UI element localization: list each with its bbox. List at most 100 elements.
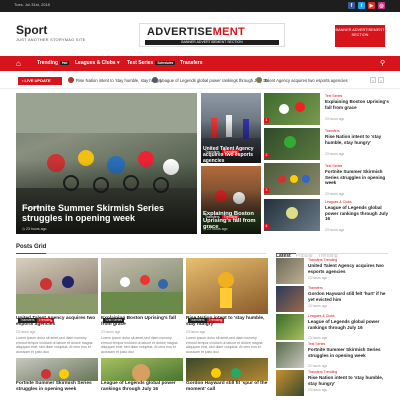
grid-card-image[interactable] — [101, 258, 183, 314]
list-thumb-2[interactable] — [264, 128, 320, 160]
list-meta: 23 hours ago — [325, 192, 345, 196]
list-meta: 23 hours ago — [325, 152, 345, 156]
list-photo — [286, 207, 298, 219]
grid-card-title[interactable]: United Talent Agency acquires two esport… — [16, 316, 98, 328]
ticker-item[interactable]: Talent Agency acquires two esports agenc… — [264, 78, 364, 83]
sidebar-item-category[interactable]: Test Series — [308, 342, 325, 346]
list-number: 1 — [264, 118, 269, 123]
instagram-icon[interactable]: ◎ — [378, 2, 385, 9]
sidebar-item-title[interactable]: Gordon Hayward still felt 'hurt' if he y… — [308, 291, 390, 302]
ticker-item[interactable]: League of Legends global power rankings … — [160, 78, 268, 83]
list-category[interactable]: Test Series — [325, 164, 342, 168]
sidebar-item-meta: 23 hours ago — [308, 304, 328, 308]
grid-card-meta: 23 hours ago — [101, 330, 121, 334]
ticker-thumb — [256, 77, 262, 83]
list-title[interactable]: Fortnite Summer Skirmish Series struggle… — [325, 169, 391, 186]
sidebar-thumb[interactable] — [276, 258, 304, 284]
list-number: 2 — [264, 153, 269, 158]
ticker-item[interactable]: Rise Nation intent to 'stay humble, stay… — [76, 78, 163, 83]
grid-card-title[interactable]: Fortnite Summer Skirmish Series struggle… — [16, 381, 98, 393]
sports-photo — [101, 275, 183, 314]
ad-banner-title: ADVERTISEMENT — [147, 26, 245, 38]
ad-banner-sub: BANNER ADVERTISEMENT SECTION — [145, 40, 279, 45]
list-photo — [284, 136, 296, 148]
list-category[interactable]: Leagues & Clubs — [325, 200, 352, 204]
sidebar-item-category[interactable]: Transfers — [308, 286, 323, 290]
grid-card-meta: 23 hours ago — [186, 330, 206, 334]
nav-label: Trending — [37, 60, 59, 66]
list-number: 4 — [264, 224, 269, 229]
list-thumb-4[interactable] — [264, 199, 320, 231]
search-icon[interactable]: ⚲ — [380, 59, 385, 67]
nav-badge: Schedules — [155, 60, 176, 65]
site-title[interactable]: Sport — [16, 23, 47, 37]
time-text: 23 hours ago — [207, 227, 228, 231]
sidebar-item-category[interactable]: Transfers Trending — [308, 258, 337, 262]
list-thumb-3[interactable] — [264, 163, 320, 195]
grid-card-title[interactable]: Explaining Boston Uprising's fall from g… — [101, 316, 183, 328]
sidebar-item-title[interactable]: Rise Nation intent to 'stay humble, stay… — [308, 375, 390, 386]
main-nav: ⌂ Trending Hot Leagues & Clubs ▾ Test Ser… — [0, 56, 400, 71]
ticker-next-icon[interactable]: › — [378, 77, 384, 83]
sidebar-item-meta: 23 hours ago — [308, 364, 328, 368]
ad-banner-right[interactable]: BANNER ADVERTISEMENT SECTION — [335, 25, 385, 47]
sidebar-item-meta: 23 hours ago — [308, 276, 328, 280]
grid-card-title[interactable]: League of Legends global power rankings … — [101, 381, 183, 393]
featured-top-right-title[interactable]: United Talent Agency acquires two esport… — [203, 146, 259, 164]
featured-main-meta: ◷ 23 hours ago — [22, 227, 46, 231]
live-update-label: • LIVE UPDATE — [18, 77, 62, 85]
list-title[interactable]: Rise Nation intent to 'stay humble, stay… — [325, 134, 391, 145]
posts-grid-title: Posts Grid — [16, 244, 47, 250]
sports-photo — [218, 272, 234, 308]
sidebar-item-category[interactable]: Transfers Trending — [308, 370, 337, 374]
live-label-text: LIVE UPDATE — [24, 78, 51, 83]
ticker-thumb — [68, 77, 74, 83]
chevron-down-icon: ▾ — [116, 60, 120, 66]
date-text: Tues. Jul 31st, 2018 — [14, 2, 50, 7]
list-photo — [279, 102, 305, 114]
section-accent-line — [16, 253, 46, 254]
youtube-icon[interactable]: ▶ — [368, 2, 375, 9]
grid-card-excerpt: Lorem ipsum dolor sit amet,sed diam nonu… — [186, 336, 263, 354]
grid-card-excerpt: Lorem ipsum dolor sit amet,sed diam nonu… — [16, 336, 93, 354]
list-thumb-1[interactable] — [264, 93, 320, 125]
sidebar-thumb[interactable] — [276, 370, 304, 396]
nav-item-test-series[interactable]: Test Series Schedules — [127, 56, 176, 71]
grid-card-excerpt: Lorem ipsum dolor sit amet,sed diam nonu… — [101, 336, 178, 354]
section-accent-line — [276, 253, 296, 254]
nav-item-transfers[interactable]: Transfers — [180, 56, 203, 71]
sidebar-item-meta: 23 hours ago — [308, 388, 328, 392]
sidebar-thumb[interactable] — [276, 286, 304, 312]
list-photo — [278, 175, 310, 183]
sidebar-item-title[interactable]: League of Legends global power rankings … — [308, 319, 390, 330]
featured-main-title[interactable]: Fortnite Summer Skirmish Series struggle… — [22, 203, 192, 223]
sidebar-thumb[interactable] — [276, 342, 304, 368]
list-category[interactable]: Transfers — [325, 129, 340, 133]
grid-card-title[interactable]: Gordon Hayward still fit 'spur of the mo… — [186, 381, 268, 393]
grid-card-image[interactable] — [16, 258, 98, 314]
sidebar-item-title[interactable]: Fortnite Summer Skirmish Series struggle… — [308, 347, 390, 358]
sidebar-item-title[interactable]: United Talent Agency acquires two esport… — [308, 263, 390, 274]
site-tagline: JUST ANOTHER STORYMAG SITE — [16, 37, 86, 42]
grid-card-image[interactable] — [186, 258, 268, 314]
nav-item-leagues[interactable]: Leagues & Clubs ▾ — [75, 56, 119, 71]
list-category[interactable]: Test Series — [325, 94, 342, 98]
sidebar-item-category[interactable]: Leagues & Clubs — [308, 314, 335, 318]
grid-card-meta: 23 hours ago — [16, 330, 36, 334]
sidebar-item-meta: 23 hours ago — [308, 336, 328, 340]
list-number: 3 — [264, 188, 269, 193]
nav-item-trending[interactable]: Trending Hot — [37, 56, 70, 71]
ticker-prev-icon[interactable]: ‹ — [370, 77, 376, 83]
list-meta: 23 hours ago — [325, 117, 345, 121]
list-title[interactable]: League of Legends global power rankings … — [325, 205, 391, 222]
sidebar-thumb[interactable] — [276, 314, 304, 340]
home-icon[interactable]: ⌂ — [16, 59, 25, 68]
grid-card-title[interactable]: Rise Nation intent to 'stay humble, stay… — [186, 316, 268, 328]
section-divider — [16, 253, 266, 254]
list-title[interactable]: Explaining Boston Uprising's fall from g… — [325, 99, 391, 110]
time-text: 23 hours ago — [26, 227, 47, 231]
list-meta: 23 hours ago — [325, 228, 345, 232]
top-bar: Tues. Jul 31st, 2018 f t ▶ ◎ — [0, 0, 400, 12]
twitter-icon[interactable]: t — [358, 2, 365, 9]
facebook-icon[interactable]: f — [348, 2, 355, 9]
